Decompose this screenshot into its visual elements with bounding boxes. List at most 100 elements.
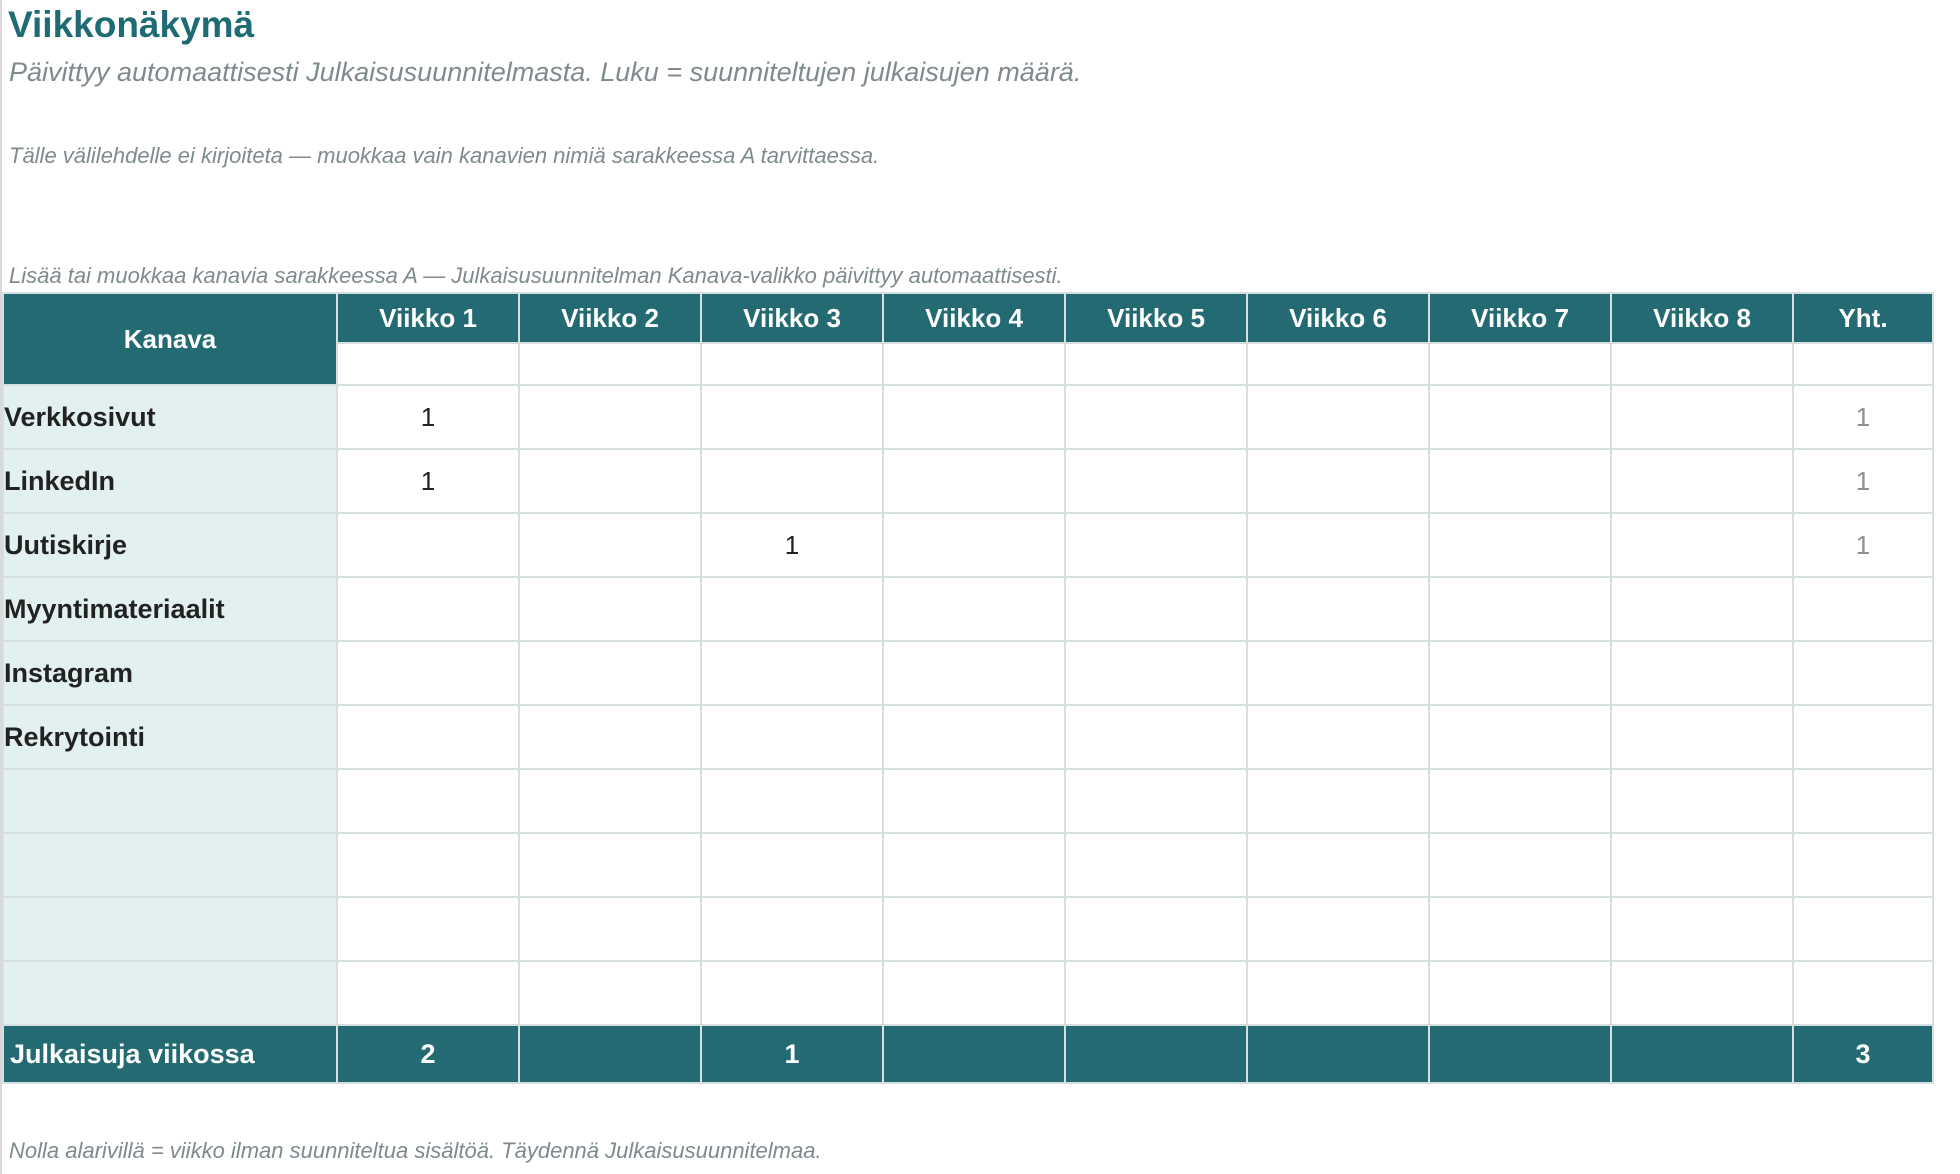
week-4-count-cell[interactable] — [882, 640, 1066, 706]
week-5-count-cell[interactable] — [1064, 832, 1248, 898]
subheader-cell[interactable] — [518, 342, 702, 386]
week-7-count-cell[interactable] — [1428, 576, 1612, 642]
week-6-count-cell[interactable] — [1246, 448, 1430, 514]
footer-week-6[interactable] — [1246, 1024, 1430, 1084]
week-5-count-cell[interactable] — [1064, 576, 1248, 642]
header-week-2[interactable]: Viikko 2 — [518, 292, 702, 344]
week-6-count-cell[interactable] — [1246, 704, 1430, 770]
week-7-count-cell[interactable] — [1428, 384, 1612, 450]
footer-week-5[interactable] — [1064, 1024, 1248, 1084]
week-2-count-cell[interactable] — [518, 768, 702, 834]
channel-name-cell[interactable] — [2, 896, 338, 962]
week-6-count-cell[interactable] — [1246, 832, 1430, 898]
week-7-count-cell[interactable] — [1428, 768, 1612, 834]
row-total-cell[interactable] — [1792, 640, 1934, 706]
subheader-cell[interactable] — [1428, 342, 1612, 386]
week-7-count-cell[interactable] — [1428, 512, 1612, 578]
channel-name-cell[interactable] — [2, 832, 338, 898]
week-1-count-cell[interactable] — [336, 576, 520, 642]
week-7-count-cell[interactable] — [1428, 640, 1612, 706]
week-1-count-cell[interactable] — [336, 512, 520, 578]
header-week-3[interactable]: Viikko 3 — [700, 292, 884, 344]
row-total-cell[interactable] — [1792, 704, 1934, 770]
week-1-count-cell[interactable] — [336, 640, 520, 706]
footer-total[interactable]: 3 — [1792, 1024, 1934, 1084]
week-7-count-cell[interactable] — [1428, 960, 1612, 1026]
row-total-cell[interactable] — [1792, 576, 1934, 642]
footer-week-2[interactable] — [518, 1024, 702, 1084]
row-total-cell[interactable] — [1792, 832, 1934, 898]
week-3-count-cell[interactable] — [700, 960, 884, 1026]
week-4-count-cell[interactable] — [882, 448, 1066, 514]
week-2-count-cell[interactable] — [518, 384, 702, 450]
week-7-count-cell[interactable] — [1428, 704, 1612, 770]
subheader-cell[interactable] — [1064, 342, 1248, 386]
subheader-cell[interactable] — [882, 342, 1066, 386]
week-4-count-cell[interactable] — [882, 384, 1066, 450]
week-2-count-cell[interactable] — [518, 576, 702, 642]
week-5-count-cell[interactable] — [1064, 960, 1248, 1026]
week-4-count-cell[interactable] — [882, 512, 1066, 578]
channel-name-cell[interactable]: Verkkosivut — [2, 384, 338, 450]
week-6-count-cell[interactable] — [1246, 512, 1430, 578]
week-3-count-cell[interactable] — [700, 768, 884, 834]
row-total-cell[interactable] — [1792, 960, 1934, 1026]
footer-week-4[interactable] — [882, 1024, 1066, 1084]
header-week-8[interactable]: Viikko 8 — [1610, 292, 1794, 344]
header-week-5[interactable]: Viikko 5 — [1064, 292, 1248, 344]
week-5-count-cell[interactable] — [1064, 896, 1248, 962]
week-6-count-cell[interactable] — [1246, 384, 1430, 450]
week-3-count-cell[interactable] — [700, 384, 884, 450]
week-6-count-cell[interactable] — [1246, 768, 1430, 834]
week-3-count-cell[interactable] — [700, 896, 884, 962]
week-1-count-cell[interactable] — [336, 704, 520, 770]
week-1-count-cell[interactable]: 1 — [336, 448, 520, 514]
week-6-count-cell[interactable] — [1246, 640, 1430, 706]
subheader-cell[interactable] — [700, 342, 884, 386]
week-4-count-cell[interactable] — [882, 896, 1066, 962]
week-5-count-cell[interactable] — [1064, 448, 1248, 514]
subheader-cell[interactable] — [1246, 342, 1430, 386]
week-8-count-cell[interactable] — [1610, 448, 1794, 514]
row-total-cell[interactable] — [1792, 896, 1934, 962]
week-6-count-cell[interactable] — [1246, 576, 1430, 642]
row-total-cell[interactable]: 1 — [1792, 384, 1934, 450]
channel-name-cell[interactable]: Instagram — [2, 640, 338, 706]
week-1-count-cell[interactable] — [336, 768, 520, 834]
header-week-7[interactable]: Viikko 7 — [1428, 292, 1612, 344]
week-2-count-cell[interactable] — [518, 832, 702, 898]
week-5-count-cell[interactable] — [1064, 768, 1248, 834]
week-7-count-cell[interactable] — [1428, 832, 1612, 898]
week-8-count-cell[interactable] — [1610, 960, 1794, 1026]
week-3-count-cell[interactable] — [700, 576, 884, 642]
week-5-count-cell[interactable] — [1064, 704, 1248, 770]
channel-name-cell[interactable]: Rekrytointi — [2, 704, 338, 770]
week-3-count-cell[interactable] — [700, 832, 884, 898]
week-5-count-cell[interactable] — [1064, 384, 1248, 450]
week-2-count-cell[interactable] — [518, 512, 702, 578]
week-8-count-cell[interactable] — [1610, 704, 1794, 770]
week-2-count-cell[interactable] — [518, 896, 702, 962]
week-2-count-cell[interactable] — [518, 640, 702, 706]
week-7-count-cell[interactable] — [1428, 448, 1612, 514]
channel-name-cell[interactable]: Uutiskirje — [2, 512, 338, 578]
channel-name-cell[interactable] — [2, 960, 338, 1026]
week-4-count-cell[interactable] — [882, 768, 1066, 834]
week-6-count-cell[interactable] — [1246, 896, 1430, 962]
week-7-count-cell[interactable] — [1428, 896, 1612, 962]
week-8-count-cell[interactable] — [1610, 832, 1794, 898]
week-8-count-cell[interactable] — [1610, 512, 1794, 578]
header-total[interactable]: Yht. — [1792, 292, 1934, 344]
week-4-count-cell[interactable] — [882, 832, 1066, 898]
week-8-count-cell[interactable] — [1610, 640, 1794, 706]
week-8-count-cell[interactable] — [1610, 384, 1794, 450]
week-1-count-cell[interactable]: 1 — [336, 384, 520, 450]
week-8-count-cell[interactable] — [1610, 896, 1794, 962]
week-5-count-cell[interactable] — [1064, 640, 1248, 706]
channel-name-cell[interactable] — [2, 768, 338, 834]
footer-week-8[interactable] — [1610, 1024, 1794, 1084]
week-6-count-cell[interactable] — [1246, 960, 1430, 1026]
footer-week-1[interactable]: 2 — [336, 1024, 520, 1084]
week-1-count-cell[interactable] — [336, 896, 520, 962]
week-3-count-cell[interactable] — [700, 704, 884, 770]
